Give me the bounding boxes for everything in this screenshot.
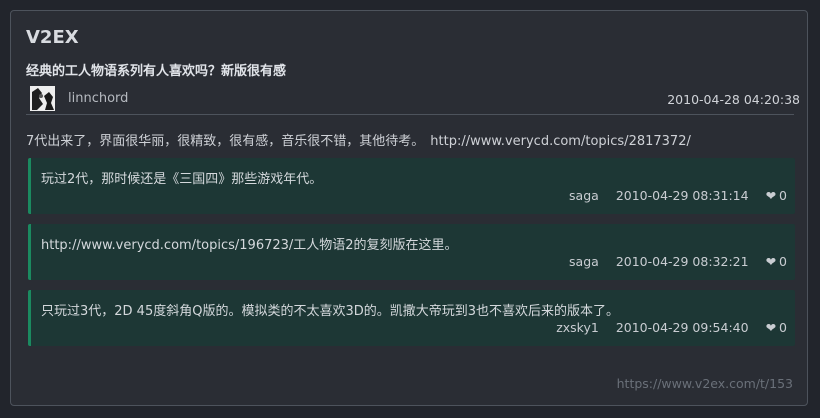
reply-like-count: 0 <box>779 188 787 203</box>
reply-meta: saga 2010-04-29 08:32:21 ❤ 0 <box>569 254 787 269</box>
post-time: 2010-04-28 04:20:38 <box>667 92 800 107</box>
reply-meta: zxsky1 2010-04-29 09:54:40 ❤ 0 <box>556 320 787 335</box>
reply-time: 2010-04-29 08:31:14 <box>615 188 749 203</box>
heart-icon[interactable]: ❤ <box>766 254 776 269</box>
topic-meta: linnchord 2010-04-28 04:20:38 <box>26 84 800 115</box>
reply-user-link[interactable]: saga <box>569 254 599 269</box>
topic-content: 7代出来了，界面很华丽，很精致，很有感，音乐很不错，其他待考。 http://ww… <box>26 130 691 149</box>
reply-item: 玩过2代，那时候还是《三国四》那些游戏年代。 saga 2010-04-29 0… <box>28 158 795 214</box>
reply-text: http://www.verycd.com/topics/196723/工人物语… <box>41 238 458 253</box>
site-name[interactable]: V2EX <box>26 27 79 48</box>
heart-icon[interactable]: ❤ <box>766 320 776 335</box>
topic-title[interactable]: 经典的工人物语系列有人喜欢吗？新版很有感 <box>26 60 286 79</box>
topic-content-link[interactable]: http://www.verycd.com/topics/2817372/ <box>430 134 691 149</box>
author-link[interactable]: linnchord <box>68 91 128 106</box>
avatar[interactable] <box>30 86 55 111</box>
topic-url-link[interactable]: https://www.v2ex.com/t/153 <box>617 376 793 391</box>
reply-text: 玩过2代，那时候还是《三国四》那些游戏年代。 <box>41 172 323 187</box>
topic-content-text: 7代出来了，界面很华丽，很精致，很有感，音乐很不错，其他待考。 <box>26 134 425 149</box>
reply-time: 2010-04-29 09:54:40 <box>615 320 749 335</box>
reply-item: 只玩过3代，2D 45度斜角Q版的。模拟类的不太喜欢3D的。凯撒大帝玩到3也不喜… <box>28 290 795 346</box>
reply-text: 只玩过3代，2D 45度斜角Q版的。模拟类的不太喜欢3D的。凯撒大帝玩到3也不喜… <box>41 304 620 319</box>
reply-time: 2010-04-29 08:32:21 <box>615 254 749 269</box>
reply-item: http://www.verycd.com/topics/196723/工人物语… <box>28 224 795 280</box>
reply-like-count: 0 <box>779 254 787 269</box>
reply-meta: saga 2010-04-29 08:31:14 ❤ 0 <box>569 188 787 203</box>
avatar-image <box>30 86 55 111</box>
topic-card: V2EX 经典的工人物语系列有人喜欢吗？新版很有感 linnchord 2010… <box>10 10 808 406</box>
reply-user-link[interactable]: saga <box>569 188 599 203</box>
heart-icon[interactable]: ❤ <box>766 188 776 203</box>
reply-user-link[interactable]: zxsky1 <box>556 320 599 335</box>
reply-like-count: 0 <box>779 320 787 335</box>
